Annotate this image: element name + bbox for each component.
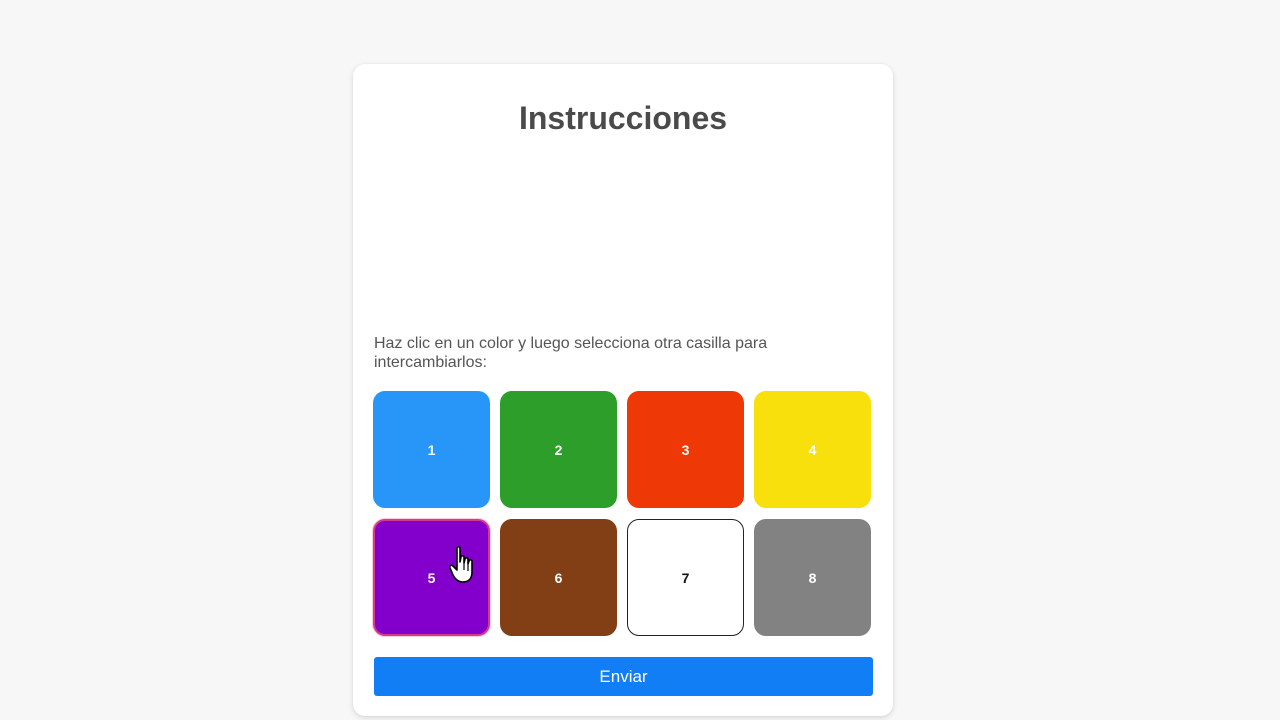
- tile-label: 4: [808, 441, 817, 458]
- color-tile-2[interactable]: 2: [500, 391, 617, 508]
- tile-label: 2: [554, 441, 563, 458]
- instructions-text: Haz clic en un color y luego selecciona …: [374, 335, 768, 371]
- color-tile-6[interactable]: 6: [500, 519, 617, 636]
- tile-label: 7: [681, 569, 690, 586]
- tile-label: 8: [808, 569, 817, 586]
- color-grid: 1 2 3 4 5 6 7 8: [373, 391, 873, 636]
- color-tile-3[interactable]: 3: [627, 391, 744, 508]
- page-title: Instrucciones: [518, 100, 728, 136]
- color-tile-8[interactable]: 8: [754, 519, 871, 636]
- submit-button[interactable]: Enviar: [374, 657, 873, 696]
- tile-label: 6: [554, 569, 563, 586]
- color-tile-1[interactable]: 1: [373, 391, 490, 508]
- tile-label: 1: [427, 441, 436, 458]
- tile-label: 3: [681, 441, 690, 458]
- tile-label: 5: [427, 569, 436, 586]
- color-tile-7[interactable]: 7: [627, 519, 744, 636]
- color-tile-4[interactable]: 4: [754, 391, 871, 508]
- hand-pointer-icon: [449, 546, 473, 583]
- instructions-card: Instrucciones Haz clic en un color y lue…: [353, 64, 893, 716]
- color-tile-5[interactable]: 5: [373, 519, 490, 636]
